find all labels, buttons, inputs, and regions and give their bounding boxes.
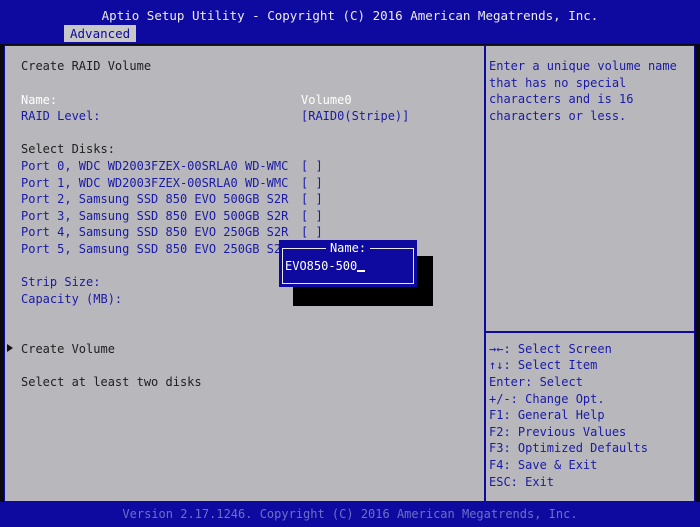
status-message: Select at least two disks <box>21 375 202 389</box>
key-f1: F1: General Help <box>489 408 605 422</box>
create-volume-item[interactable]: Create Volume <box>21 341 115 358</box>
name-input-value[interactable]: EVO850-500 <box>285 259 357 273</box>
tab-advanced[interactable]: Advanced <box>64 25 137 42</box>
disk-port-2-checkbox[interactable]: [ ] <box>301 191 323 208</box>
disk-port-4[interactable]: Port 4, Samsung SSD 850 EVO 250GB S2R <box>21 224 288 241</box>
header-bar: Aptio Setup Utility - Copyright (C) 2016… <box>0 0 700 44</box>
help-line-3: characters and is 16 <box>489 92 634 106</box>
disk-port-1-checkbox[interactable]: [ ] <box>301 175 323 192</box>
key-f3: F3: Optimized Defaults <box>489 441 648 455</box>
vertical-divider <box>484 46 486 501</box>
name-value[interactable]: Volume0 <box>301 92 352 109</box>
help-divider <box>486 331 694 333</box>
popup-title-text: Name: <box>325 241 371 255</box>
pointer-arrow-icon <box>7 344 13 352</box>
disk-port-3-checkbox[interactable]: [ ] <box>301 208 323 225</box>
disk-port-0-checkbox[interactable]: [ ] <box>301 158 323 175</box>
disk-port-5[interactable]: Port 5, Samsung SSD 850 EVO 250GB S2R <box>21 241 288 258</box>
key-change-opt: +/-: Change Opt. <box>489 392 605 406</box>
footer: Version 2.17.1246. Copyright (C) 2016 Am… <box>0 502 700 527</box>
disk-port-2[interactable]: Port 2, Samsung SSD 850 EVO 500GB S2R <box>21 191 288 208</box>
help-line-2: that has no special <box>489 76 627 90</box>
app-title: Aptio Setup Utility - Copyright (C) 2016… <box>101 8 599 23</box>
section-title: Create RAID Volume <box>21 59 152 73</box>
select-disks-label: Select Disks: <box>21 142 115 156</box>
help-line-1: Enter a unique volume name <box>489 59 677 73</box>
disk-port-1[interactable]: Port 1, WDC WD2003FZEX-00SRLA0 WD-WMC <box>21 175 288 192</box>
disk-port-3[interactable]: Port 3, Samsung SSD 850 EVO 500GB S2R <box>21 208 288 225</box>
key-select-screen: →←: Select Screen <box>489 342 612 356</box>
key-f2: F2: Previous Values <box>489 425 627 439</box>
help-line-4: characters or less. <box>489 109 627 123</box>
name-input-field[interactable]: EVO850-500 <box>285 258 366 275</box>
capacity-label[interactable]: Capacity (MB): <box>21 291 122 308</box>
text-cursor <box>357 270 366 272</box>
key-select-item: ↑↓: Select Item <box>489 358 598 372</box>
disk-port-0[interactable]: Port 0, WDC WD2003FZEX-00SRLA0 WD-WMC <box>21 158 288 175</box>
popup-title: Name: <box>279 240 417 257</box>
raid-level-value[interactable]: [RAID0(Stripe)] <box>301 108 409 125</box>
raid-level-label[interactable]: RAID Level: <box>21 108 100 125</box>
strip-size-label[interactable]: Strip Size: <box>21 274 100 291</box>
name-label[interactable]: Name: <box>21 92 57 109</box>
disk-port-4-checkbox[interactable]: [ ] <box>301 224 323 241</box>
key-enter: Enter: Select <box>489 375 583 389</box>
name-input-dialog[interactable]: Name: EVO850-500 <box>279 240 417 287</box>
key-f4: F4: Save & Exit <box>489 458 598 472</box>
key-esc: ESC: Exit <box>489 475 555 489</box>
